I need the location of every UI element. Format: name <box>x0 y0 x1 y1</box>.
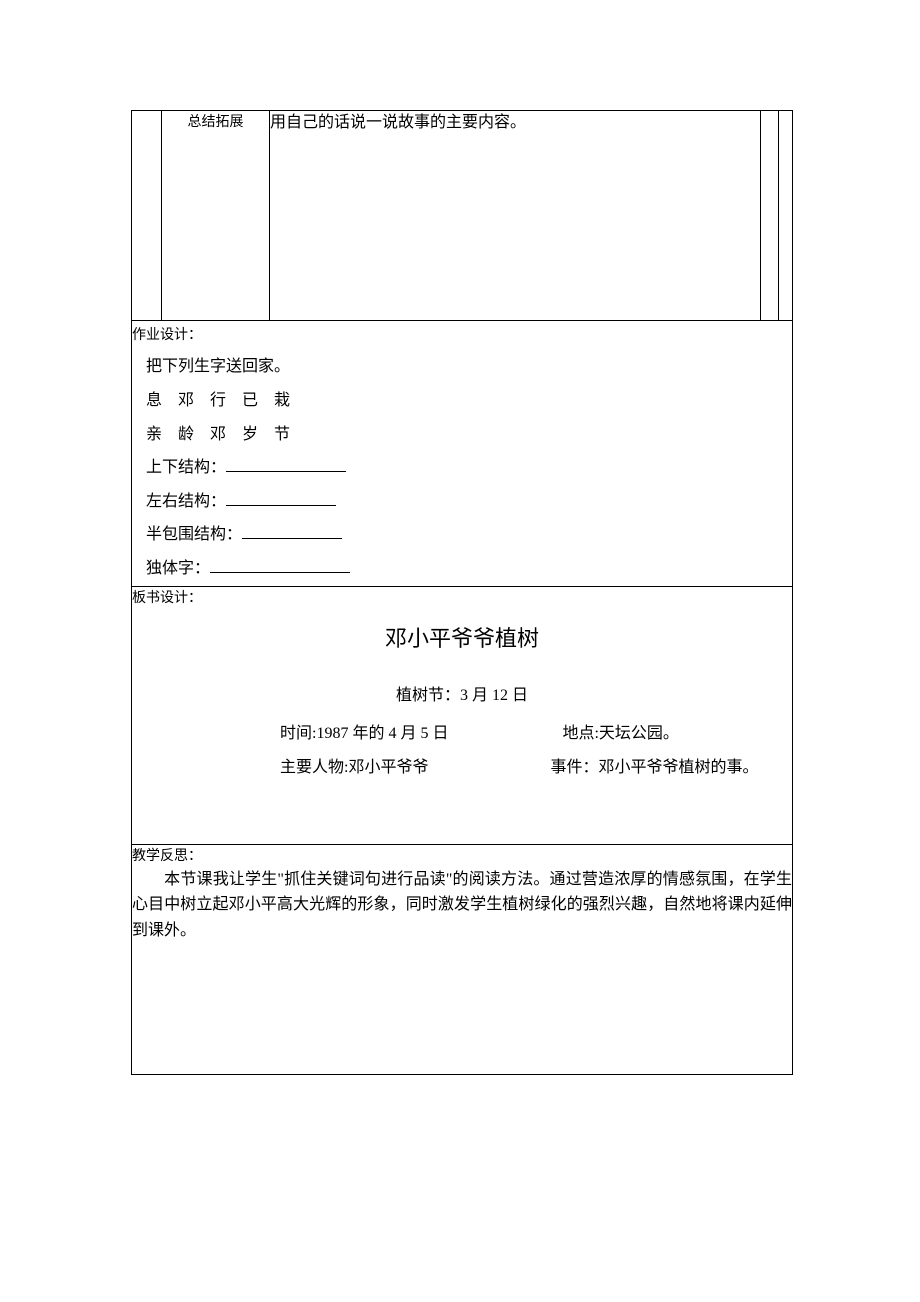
struct-top-bottom: 上下结构： <box>146 451 792 485</box>
board-design-row: 板书设计： 邓小平爷爷植树 植树节：3 月 12 日 时间:1987 年的 4 … <box>132 586 793 844</box>
spacer-cell-1 <box>761 111 779 321</box>
blank-line-4 <box>210 557 350 573</box>
place-label: 地点: <box>562 725 598 742</box>
board-label: 板书设计： <box>132 587 792 607</box>
board-subtitle: 植树节：3 月 12 日 <box>132 681 792 705</box>
person-value: 邓小平爷爷 <box>348 759 428 776</box>
board-design-cell: 板书设计： 邓小平爷爷植树 植树节：3 月 12 日 时间:1987 年的 4 … <box>132 586 793 844</box>
event-label: 事件： <box>550 759 598 776</box>
time-value: 1987 年的 4 月 5 日 <box>316 725 448 742</box>
board-line-time-place: 时间:1987 年的 4 月 5 日 地点:天坛公园。 <box>132 719 792 743</box>
char-line-1: 息 邓 行 已 栽 <box>146 384 792 418</box>
left-margin-cell <box>132 111 162 321</box>
struct3-label: 半包围结构： <box>146 526 242 543</box>
struct-single: 独体字： <box>146 552 792 586</box>
reflection-body: 本节课我让学生"抓住关键词句进行品读"的阅读方法。通过营造浓厚的情感氛围，在学生… <box>132 867 792 944</box>
person-label: 主要人物: <box>280 759 348 776</box>
event-value: 邓小平爷爷植树的事。 <box>598 759 758 776</box>
reflection-cell: 教学反思： 本节课我让学生"抓住关键词句进行品读"的阅读方法。通过营造浓厚的情感… <box>132 844 793 1074</box>
summary-content: 用自己的话说一说故事的主要内容。 <box>270 114 526 131</box>
struct-half-enclosed: 半包围结构： <box>146 518 792 552</box>
struct1-label: 上下结构： <box>146 459 226 476</box>
board-title: 邓小平爷爷植树 <box>132 621 792 653</box>
struct4-label: 独体字： <box>146 560 210 577</box>
struct2-label: 左右结构： <box>146 493 226 510</box>
reflection-row: 教学反思： 本节课我让学生"抓住关键词句进行品读"的阅读方法。通过营造浓厚的情感… <box>132 844 793 1074</box>
summary-label: 总结拓展 <box>188 115 244 130</box>
reflection-text: 本节课我让学生"抓住关键词句进行品读"的阅读方法。通过营造浓厚的情感氛围，在学生… <box>132 871 792 939</box>
spacer-cell-2 <box>779 111 793 321</box>
lesson-plan-table: 总结拓展 用自己的话说一说故事的主要内容。 作业设计： 把下列生字送回家。 息 … <box>131 110 793 1075</box>
place-value: 天坛公园。 <box>599 725 679 742</box>
homework-instruction: 把下列生字送回家。 <box>146 350 792 384</box>
blank-line-1 <box>226 456 346 472</box>
blank-line-2 <box>226 490 336 506</box>
homework-row: 作业设计： 把下列生字送回家。 息 邓 行 已 栽 亲 龄 邓 岁 节 上下结构… <box>132 321 793 587</box>
char-line-2: 亲 龄 邓 岁 节 <box>146 418 792 452</box>
struct-left-right: 左右结构： <box>146 485 792 519</box>
summary-content-cell: 用自己的话说一说故事的主要内容。 <box>270 111 761 321</box>
summary-label-cell: 总结拓展 <box>162 111 270 321</box>
reflection-label: 教学反思： <box>132 845 792 865</box>
time-label: 时间: <box>280 725 316 742</box>
board-line-person-event: 主要人物:邓小平爷爷 事件：邓小平爷爷植树的事。 <box>132 753 792 777</box>
homework-cell: 作业设计： 把下列生字送回家。 息 邓 行 已 栽 亲 龄 邓 岁 节 上下结构… <box>132 321 793 587</box>
document-page: 总结拓展 用自己的话说一说故事的主要内容。 作业设计： 把下列生字送回家。 息 … <box>131 110 793 1075</box>
homework-label: 作业设计： <box>132 321 792 350</box>
blank-line-3 <box>242 523 342 539</box>
summary-row: 总结拓展 用自己的话说一说故事的主要内容。 <box>132 111 793 321</box>
